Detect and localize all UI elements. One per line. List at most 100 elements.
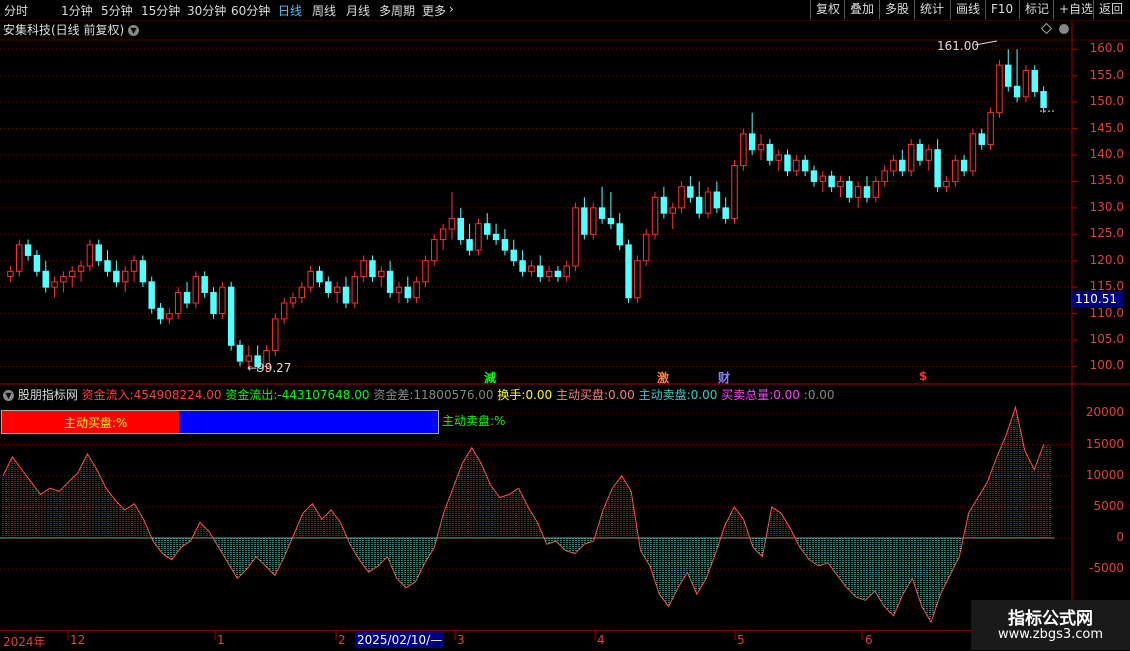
candle-up [987, 112, 994, 145]
price-axis-label: 140.0 [1089, 147, 1124, 161]
inflow-label: 资金流入: [81, 388, 134, 402]
chevron-down-icon[interactable]: ▼ [3, 390, 14, 401]
candle-up [775, 154, 782, 161]
candle-up [298, 286, 306, 299]
volume-diff-line [2, 405, 1045, 624]
indicator-axis-label: 10000 [1085, 467, 1124, 482]
sell-label: 主动卖盘: [638, 388, 691, 402]
indicator-axis-label: 15000 [1085, 436, 1124, 451]
price-axis-label: 125.0 [1089, 226, 1124, 241]
indicator-axis-label: 20000 [1085, 405, 1124, 420]
timeline-label: 2024年 [3, 635, 46, 649]
candle-down [1005, 64, 1012, 87]
candle-up [439, 228, 447, 241]
candle-up [475, 223, 482, 251]
candle-down [325, 281, 332, 293]
sell-ratio-fill [179, 411, 438, 433]
candle-down [113, 270, 120, 283]
candle-down [960, 159, 968, 172]
candle-up [272, 318, 279, 352]
candle-down [369, 260, 376, 278]
candle-up [192, 276, 200, 304]
price-axis-label: 130.0 [1089, 199, 1124, 214]
candle-up [634, 260, 641, 299]
candle-up [351, 276, 359, 304]
candle-up [7, 270, 14, 278]
inflow-value: 454908224.00 [133, 388, 222, 402]
timeline-cursor[interactable]: 2025/02/10/— [355, 632, 445, 648]
candle-down [1031, 69, 1038, 93]
event-marker[interactable]: 減 [484, 369, 496, 386]
price-axis-label: 110.0 [1089, 305, 1124, 320]
timeline-label: 6 [865, 633, 873, 647]
candle-up [219, 286, 226, 315]
candle-up [819, 175, 827, 182]
indicator-name[interactable]: 股朋指标网 [18, 388, 78, 402]
candle-down [201, 276, 208, 293]
event-marker[interactable]: $ [919, 369, 927, 383]
candle-up [678, 186, 685, 209]
candle-down [42, 270, 49, 288]
candle-up [704, 191, 712, 214]
candle-down [24, 244, 32, 256]
chart-canvas[interactable]: 161.00 ←99.27 [0, 0, 1130, 650]
candle-up [854, 186, 862, 198]
candle-up [528, 265, 535, 272]
candle-up [952, 159, 959, 182]
extra-value: 0.00 [807, 388, 835, 402]
candle-down [660, 196, 668, 214]
total-label: 买卖总量: [721, 388, 774, 402]
candle-down [139, 260, 147, 283]
price-axis-label: 155.0 [1089, 67, 1124, 82]
price-axis-label: 105.0 [1089, 332, 1124, 347]
candle-down [33, 254, 41, 272]
event-marker[interactable]: 财 [718, 369, 730, 386]
timeline-label: 2 [338, 633, 346, 647]
candle-up [166, 313, 173, 320]
price-axis-label: 120.0 [1089, 252, 1124, 267]
candle-down [183, 291, 191, 304]
candle-down [978, 133, 986, 145]
candle-up [307, 270, 314, 288]
candle-down [157, 307, 164, 320]
candle-down [625, 244, 632, 299]
candle-down [316, 270, 323, 283]
candle-down [722, 207, 729, 219]
candle-down [863, 186, 871, 198]
candle-up [289, 297, 297, 304]
candle-up [669, 207, 676, 214]
candle-up [996, 64, 1003, 114]
candle-down [784, 154, 791, 172]
candle-up [333, 286, 341, 293]
candle-down [846, 180, 853, 198]
diamond-icon [1040, 22, 1053, 35]
candle-up [757, 143, 765, 151]
candle-up [174, 291, 182, 315]
candle-down [95, 244, 102, 262]
candle-down [404, 286, 412, 299]
low-annotation: ←99.27 [247, 361, 291, 375]
price-axis-label: 145.0 [1089, 120, 1124, 135]
candle-up [731, 165, 738, 219]
diff-label: 资金差: [373, 388, 414, 402]
buy-pct-label: 主动买盘:% [64, 416, 128, 430]
outflow-value: -443107648.00 [277, 388, 370, 402]
price-axis-label: 160.0 [1089, 41, 1124, 56]
candle-up [881, 170, 888, 182]
candle-down [899, 159, 906, 172]
candle-up [890, 159, 897, 172]
candle-down [598, 207, 606, 219]
candle-up [360, 260, 367, 278]
turnover-label: 换手: [497, 388, 526, 402]
candle-up [413, 281, 420, 299]
candle-up [907, 143, 915, 172]
candle-up [448, 217, 456, 230]
candle-down [227, 286, 235, 346]
buy-value: 0.00 [608, 388, 635, 402]
candle-down [210, 291, 217, 315]
candle-up [378, 270, 385, 278]
candle-down [713, 191, 721, 209]
event-marker[interactable]: 激 [657, 369, 669, 386]
timeline-label: 3 [457, 633, 465, 647]
timeline-label: 4 [597, 633, 605, 647]
